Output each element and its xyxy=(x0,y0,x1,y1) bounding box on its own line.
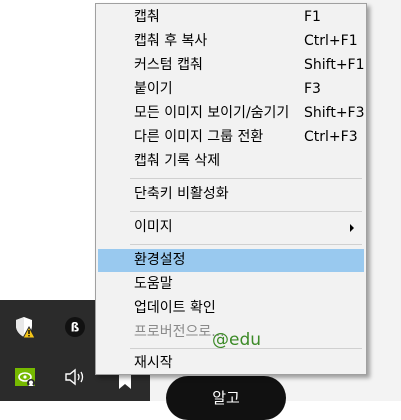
menu-item-label: 재시작 xyxy=(134,355,173,371)
menu-item-paste[interactable]: 붙이기 F3 xyxy=(98,78,364,101)
menu-item-capture-copy[interactable]: 캡춰 후 복사 Ctrl+F1 xyxy=(98,30,364,53)
menu-item-label: 환경설정 xyxy=(134,252,186,268)
menu-separator xyxy=(130,178,362,179)
app-tray-icon[interactable]: ß xyxy=(63,315,87,339)
security-warning-icon[interactable] xyxy=(13,315,37,339)
menu-item-shortcut: Ctrl+F3 xyxy=(304,129,358,145)
menu-item-settings[interactable]: 환경설정 xyxy=(98,249,364,272)
menu-item-disable-hotkeys[interactable]: 단축키 비활성화 xyxy=(98,183,364,206)
nvidia-icon[interactable] xyxy=(13,365,37,389)
background-button[interactable]: 알고 xyxy=(166,376,286,420)
context-menu: 캡춰 F1 캡춰 후 복사 Ctrl+F1 커스텀 캡춰 Shift+F1 붙이… xyxy=(95,3,367,375)
menu-item-help[interactable]: 도움말 xyxy=(98,273,364,296)
menu-item-label: 커스텀 캡춰 xyxy=(134,57,203,73)
menu-item-label: 도움말 xyxy=(134,276,173,292)
menu-separator xyxy=(130,211,362,212)
svg-text:ß: ß xyxy=(71,321,80,335)
menu-item-shortcut: Ctrl+F1 xyxy=(304,33,358,49)
menu-item-label: 캡춰 후 복사 xyxy=(134,33,208,49)
menu-item-switch-group[interactable]: 다른 이미지 그룹 전환 Ctrl+F3 xyxy=(98,126,364,149)
menu-item-label: 이미지 xyxy=(134,219,173,235)
submenu-arrow-icon xyxy=(350,224,354,232)
menu-item-label: 캡춰 기록 삭제 xyxy=(134,153,221,169)
menu-item-custom-capture[interactable]: 커스텀 캡춰 Shift+F1 xyxy=(98,54,365,77)
menu-item-label: 캡춰 xyxy=(134,9,160,25)
menu-item-label: 업데이트 확인 xyxy=(134,300,216,316)
menu-item-shortcut: F1 xyxy=(304,9,321,25)
volume-icon[interactable] xyxy=(63,365,87,389)
menu-item-check-update[interactable]: 업데이트 확인 xyxy=(98,297,364,320)
menu-item-label: 단축키 비활성화 xyxy=(134,186,229,202)
menu-item-label: 모든 이미지 보이기/숨기기 xyxy=(134,105,290,121)
menu-item-label: 붙이기 xyxy=(134,81,173,97)
menu-item-label: 다른 이미지 그룹 전환 xyxy=(134,129,264,145)
menu-item-shortcut: Shift+F3 xyxy=(304,105,365,121)
menu-item-clear-history[interactable]: 캡춰 기록 삭제 xyxy=(98,150,364,173)
menu-item-capture[interactable]: 캡춰 F1 xyxy=(98,6,364,29)
watermark-text: @edu xyxy=(212,330,262,350)
menu-item-image-submenu[interactable]: 이미지 xyxy=(98,216,364,239)
menu-item-shortcut: F3 xyxy=(304,81,321,97)
menu-separator xyxy=(130,244,362,245)
menu-item-shortcut: Shift+F1 xyxy=(304,57,365,73)
menu-item-restart[interactable]: 재시작 xyxy=(98,352,364,375)
menu-item-show-hide-all[interactable]: 모든 이미지 보이기/숨기기 Shift+F3 xyxy=(98,102,365,125)
